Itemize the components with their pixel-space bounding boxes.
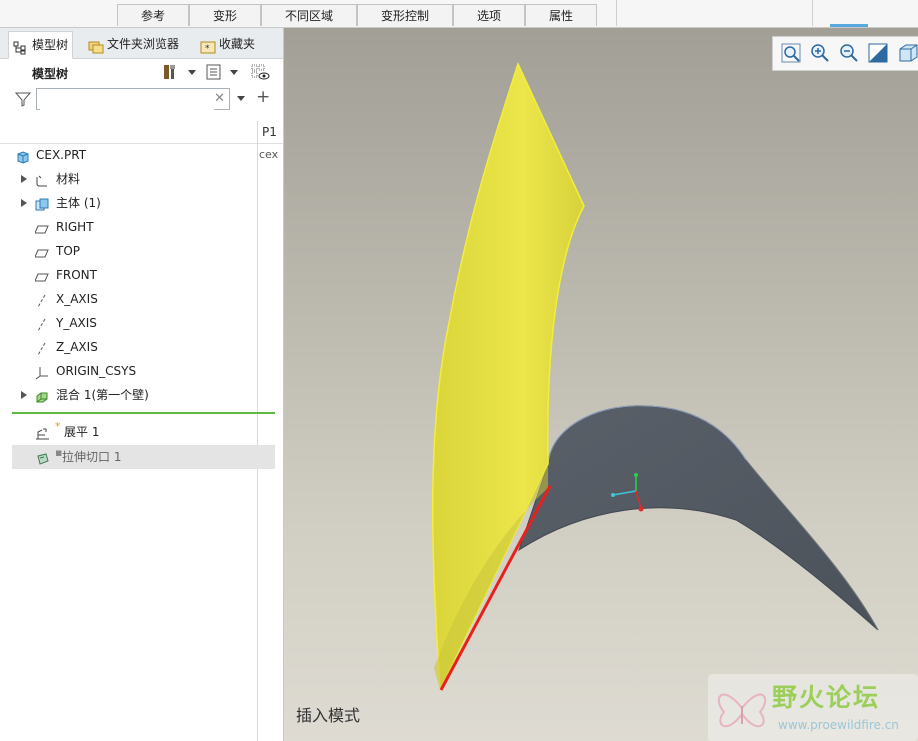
model-render[interactable] [284, 28, 918, 741]
status-text: 插入模式 [296, 706, 361, 725]
filter-icon[interactable] [14, 91, 32, 110]
view-icon[interactable] [897, 43, 918, 63]
datum-plane-icon [34, 244, 49, 258]
show-list-icon[interactable] [205, 63, 223, 81]
body-icon [35, 196, 49, 211]
tab-model-tree-label: 模型树 [32, 38, 69, 52]
tab-favorites[interactable]: * 收藏夹 [196, 31, 259, 57]
tree-item-flatten[interactable]: * 展平 1 [0, 420, 276, 444]
chevron-down-icon[interactable] [237, 96, 245, 101]
model-tree-filter-row: ✕ + [0, 86, 283, 116]
expand-arrow-icon[interactable] [21, 199, 27, 207]
active-indicator [830, 24, 868, 27]
tree-item-label: 材料 [56, 172, 81, 186]
dark-surface[interactable] [518, 405, 879, 631]
watermark-logo: 野火论坛 www.proewildfire.cn [708, 674, 918, 741]
blend-icon [35, 388, 49, 403]
butterfly-logo-icon [717, 693, 767, 728]
tree-item-origin-csys[interactable]: ORIGIN_CSYS [0, 359, 276, 383]
tree-item-label: 拉伸切口 1 [62, 450, 122, 464]
watermark-title: 野火论坛 [772, 683, 881, 712]
folder-icon [88, 37, 104, 54]
material-icon [35, 172, 49, 187]
clear-icon[interactable]: ✕ [214, 91, 225, 106]
insert-here-line[interactable] [12, 412, 275, 414]
datum-plane-icon [34, 268, 49, 282]
tree-item-right[interactable]: RIGHT [0, 215, 276, 239]
tab-favorites-label: 收藏夹 [219, 37, 256, 51]
navigator-panel: 模型树 文件夹浏览器 * 收藏夹 模型树 ✕ + P1 CEX.PRT cex … [0, 28, 284, 741]
column-header[interactable]: P1 [262, 125, 277, 139]
tree-item-label: ORIGIN_CSYS [56, 364, 137, 378]
zoom-in-icon[interactable] [810, 43, 830, 63]
ribbon-separator [812, 0, 813, 26]
column-header-row [0, 121, 283, 144]
tree-item-label: FRONT [56, 268, 97, 282]
flatten-icon [35, 425, 49, 440]
tree-item-extrude-cut[interactable]: ▪ 拉伸切口 1 [12, 445, 275, 469]
expand-arrow-icon[interactable] [21, 175, 27, 183]
tab-warp[interactable]: 变形 [189, 4, 261, 26]
tree-icon [13, 38, 27, 55]
yellow-surface[interactable] [432, 61, 585, 691]
csys-icon [35, 364, 49, 380]
tab-warp-control[interactable]: 变形控制 [357, 4, 453, 26]
search-input[interactable] [40, 90, 214, 110]
tree-item-body[interactable]: 主体 (1) [0, 191, 276, 215]
tree-item-label: 主体 (1) [56, 196, 101, 210]
datum-plane-icon [34, 220, 49, 234]
tree-item-label: RIGHT [56, 220, 94, 234]
datum-axis-icon [35, 340, 49, 356]
hide-items-icon[interactable] [250, 63, 270, 81]
part-icon [16, 148, 30, 164]
tree-item-label: CEX.PRT [36, 148, 87, 162]
tree-item-label: 展平 1 [64, 425, 100, 439]
column-value: cex [259, 148, 279, 161]
tree-item-z-axis[interactable]: Z_AXIS [0, 335, 276, 359]
tab-folder-browser-label: 文件夹浏览器 [107, 37, 180, 51]
tree-item-label: TOP [56, 244, 81, 258]
expand-arrow-icon[interactable] [21, 391, 27, 399]
tab-options[interactable]: 选项 [453, 4, 525, 26]
repaint-icon[interactable] [868, 43, 888, 63]
add-icon[interactable]: + [256, 87, 270, 107]
datum-axis-icon [35, 316, 49, 332]
chevron-down-icon[interactable] [188, 70, 196, 75]
tree-item-front[interactable]: FRONT [0, 263, 276, 287]
tree-item-top[interactable]: TOP [0, 239, 276, 263]
svg-text:*: * [205, 44, 210, 54]
model-tree-header: 模型树 [0, 59, 283, 85]
tree-item-y-axis[interactable]: Y_AXIS [0, 311, 276, 335]
tree-item-blend[interactable]: 混合 1(第一个壁) [0, 383, 276, 407]
favorites-icon: * [200, 37, 216, 54]
tab-different-regions[interactable]: 不同区域 [261, 4, 357, 26]
navigator-tabs: 模型树 文件夹浏览器 * 收藏夹 [0, 28, 283, 59]
refit-icon[interactable] [781, 43, 801, 63]
tree-item-label: Y_AXIS [56, 316, 97, 330]
tab-model-tree[interactable]: 模型树 [8, 31, 74, 59]
view-toolbar [772, 36, 918, 71]
settings-tools-icon[interactable] [162, 63, 180, 81]
tab-references[interactable]: 参考 [117, 4, 189, 26]
new-feature-star-icon: * [55, 420, 61, 433]
tab-folder-browser[interactable]: 文件夹浏览器 [84, 31, 183, 57]
model-tree-title: 模型树 [32, 67, 69, 81]
zoom-out-icon[interactable] [839, 43, 859, 63]
tree-item-label: Z_AXIS [56, 340, 98, 354]
ribbon-tab-strip: 参考 变形 不同区域 变形控制 选项 属性 [0, 0, 918, 28]
search-input-box[interactable]: ✕ [36, 88, 230, 110]
extrude-cut-icon [35, 450, 49, 465]
tree-item-cex-prt[interactable]: CEX.PRT cex [0, 143, 279, 167]
graphics-viewport[interactable]: 插入模式 野火论坛 www.proewildfire.cn [284, 28, 918, 741]
tab-properties[interactable]: 属性 [525, 4, 597, 26]
ribbon-separator [616, 0, 617, 26]
tree-item-label: X_AXIS [56, 292, 98, 306]
tree-item-material[interactable]: 材料 [0, 167, 276, 191]
datum-axis-icon [35, 292, 49, 308]
chevron-down-icon[interactable] [230, 70, 238, 75]
watermark-url: www.proewildfire.cn [778, 718, 899, 732]
tree-item-label: 混合 1(第一个壁) [56, 388, 149, 402]
tree-item-x-axis[interactable]: X_AXIS [0, 287, 276, 311]
